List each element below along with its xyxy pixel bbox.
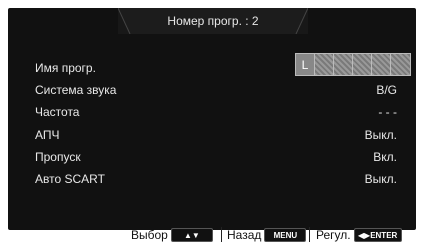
menu-item-value: Выкл.	[364, 172, 397, 186]
name-char-box[interactable]	[391, 54, 410, 75]
name-char-box[interactable]	[315, 54, 334, 75]
menu-item-label: Частота	[35, 105, 80, 119]
page-title: Номер прогр. : 2	[167, 14, 259, 28]
menu-item-value: B/G	[376, 83, 397, 97]
divider	[309, 227, 310, 242]
menu-item-label: Система звука	[35, 83, 117, 97]
menu-item-afc[interactable]: АПЧ Выкл.	[35, 128, 411, 146]
hint-select: Выбор ▲▼	[131, 228, 213, 242]
hint-label: Выбор	[131, 228, 168, 242]
menu-item-program-name[interactable]: Имя прогр. L	[35, 53, 411, 79]
name-char-box[interactable]	[334, 54, 353, 75]
hint-back: Назад MENU	[227, 228, 307, 242]
title-tab: Номер прогр. : 2	[118, 8, 308, 34]
menu-item-value: - - -	[378, 105, 397, 119]
left-right-enter-key-icon[interactable]: ◀▶ENTER	[353, 228, 402, 242]
menu-item-skip[interactable]: Пропуск Вкл.	[35, 150, 411, 168]
menu-item-auto-scart[interactable]: Авто SCART Выкл.	[35, 172, 411, 190]
menu-item-value: Выкл.	[364, 128, 397, 142]
menu-item-label: Авто SCART	[35, 172, 105, 186]
menu-item-label: АПЧ	[35, 128, 60, 142]
divider	[221, 227, 222, 242]
up-down-key-icon[interactable]: ▲▼	[170, 228, 213, 242]
hint-label: Регул.	[316, 228, 351, 242]
osd-menu-panel: Номер прогр. : 2 Имя прогр. L Система зв…	[8, 8, 416, 230]
program-name-field[interactable]: L	[295, 53, 411, 76]
name-char-box[interactable]	[372, 54, 391, 75]
menu-key-icon[interactable]: MENU	[264, 228, 307, 242]
hint-label: Назад	[227, 228, 262, 242]
menu-item-label: Пропуск	[35, 150, 81, 164]
menu-item-sound-system[interactable]: Система звука B/G	[35, 83, 411, 101]
menu-item-frequency[interactable]: Частота - - -	[35, 105, 411, 123]
hint-bar: Выбор ▲▼ Назад MENU Регул. ◀▶ENTER	[0, 226, 423, 244]
name-char-box[interactable]	[353, 54, 372, 75]
menu-item-label: Имя прогр.	[35, 61, 96, 75]
name-char-box[interactable]: L	[296, 54, 315, 75]
menu-item-value: Вкл.	[373, 150, 397, 164]
hint-adjust: Регул. ◀▶ENTER	[316, 228, 402, 242]
